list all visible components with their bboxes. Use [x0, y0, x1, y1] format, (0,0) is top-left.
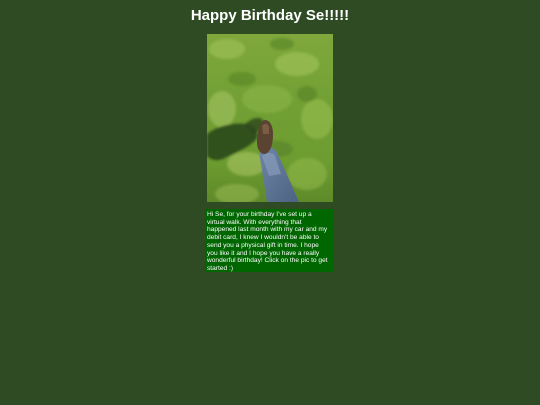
walk-photo-link[interactable]: [207, 34, 333, 202]
walking-on-grass-photo: [207, 34, 333, 202]
page-title: Happy Birthday Se!!!!!: [190, 7, 350, 24]
birthday-message: Hi Se, for your birthday I've set up a v…: [205, 209, 333, 272]
page: Happy Birthday Se!!!!! Hi Se, for your b…: [0, 0, 540, 405]
